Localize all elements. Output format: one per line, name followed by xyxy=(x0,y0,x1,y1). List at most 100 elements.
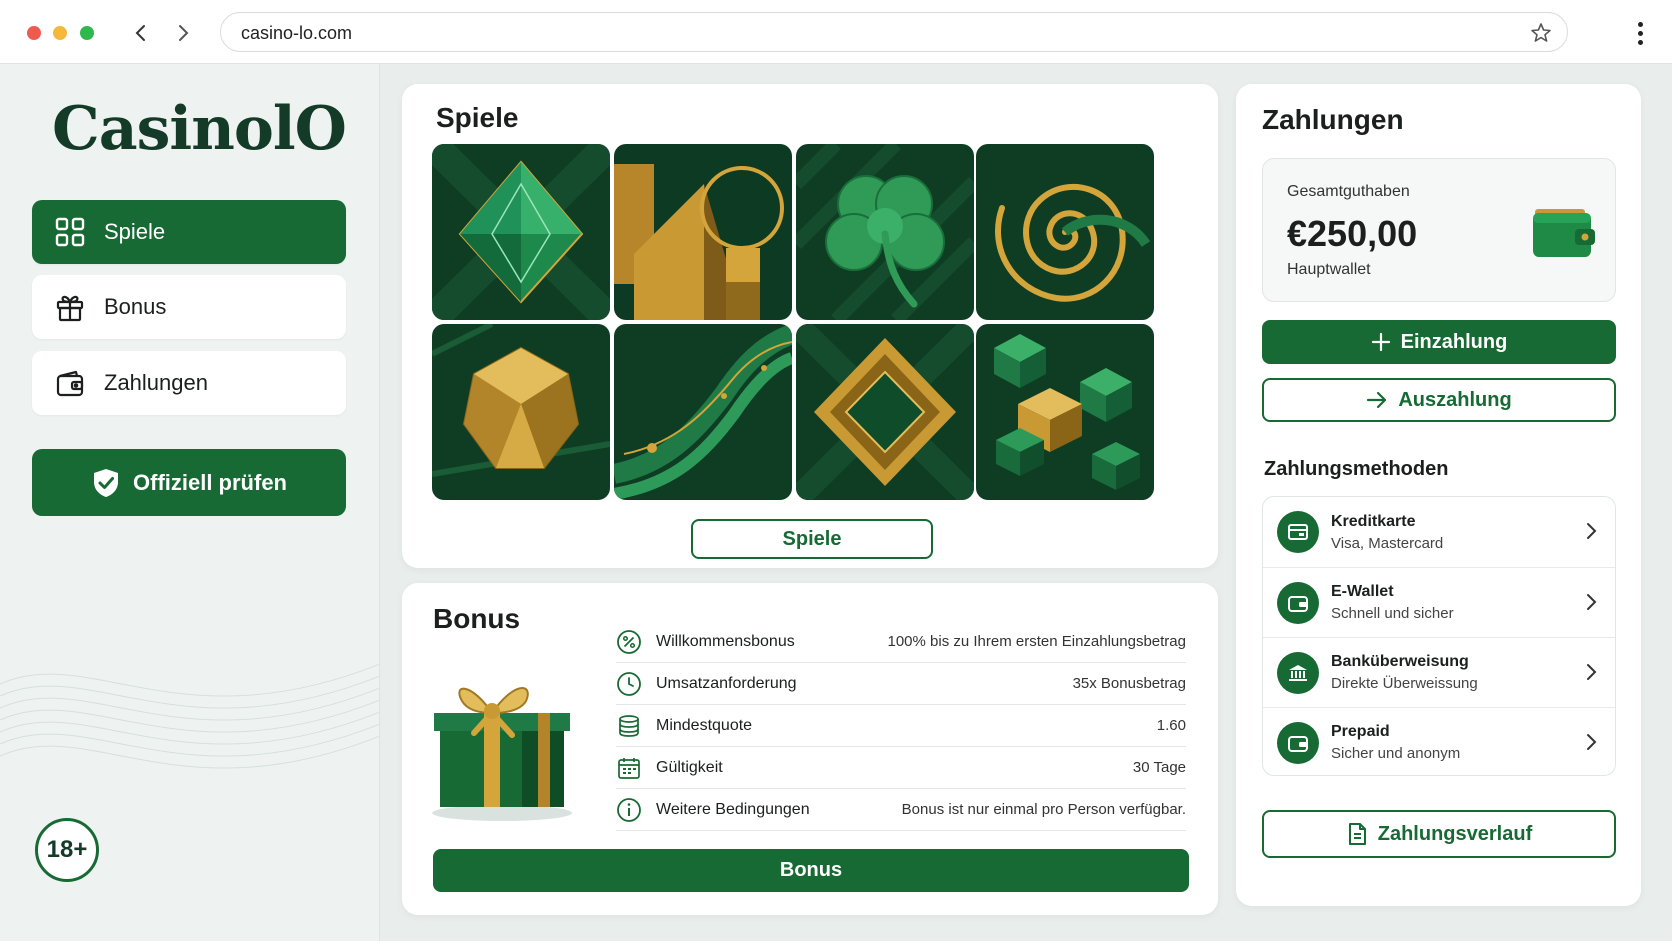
method-desc: Sicher und anonym xyxy=(1331,745,1461,762)
game-tile[interactable] xyxy=(614,324,792,500)
address-bar[interactable]: casino-lo.com xyxy=(220,12,1568,52)
close-window-dot[interactable] xyxy=(27,26,41,40)
card-icon xyxy=(1277,511,1319,553)
bonus-row-welcome: Willkommensbonus 100% bis zu Ihrem erste… xyxy=(616,621,1186,663)
bonus-row-wagering: Umsatzanforderung 35x Bonusbetrag xyxy=(616,663,1186,705)
deposit-label: Einzahlung xyxy=(1400,330,1508,353)
games-title: Spiele xyxy=(436,102,519,133)
bookmark-star-icon[interactable] xyxy=(1529,21,1553,45)
minimize-window-dot[interactable] xyxy=(53,26,67,40)
payment-history-button[interactable]: Zahlungsverlauf xyxy=(1262,810,1616,858)
bonus-row-terms: Weitere Bedingungen Bonus ist nur einmal… xyxy=(616,789,1186,831)
method-bankueberweisung[interactable]: Banküberweisung Direkte Überweissung xyxy=(1263,637,1615,707)
bonus-row-value: 30 Tage xyxy=(1132,759,1186,776)
bonus-row-value: 35x Bonusbetrag xyxy=(1072,675,1186,692)
game-tile[interactable] xyxy=(796,324,974,500)
bonus-row-value: 100% bis zu Ihrem ersten Einzahlungsbetr… xyxy=(887,633,1186,650)
document-icon xyxy=(1348,823,1366,845)
bonus-row-label: Mindestquote xyxy=(656,716,753,734)
game-tile[interactable] xyxy=(976,324,1154,500)
game-tile[interactable] xyxy=(432,324,610,500)
chevron-left-icon xyxy=(135,25,145,41)
withdraw-label: Auszahlung xyxy=(1398,388,1512,411)
bank-icon xyxy=(1277,651,1319,694)
wallet-name: Hauptwallet xyxy=(1287,261,1371,278)
history-label: Zahlungsverlauf xyxy=(1377,822,1533,845)
casino-logo[interactable]: CasinolO xyxy=(52,94,347,164)
method-desc: Direkte Überweissung xyxy=(1331,675,1478,692)
sidebar-item-spiele[interactable]: Spiele xyxy=(32,200,346,264)
maximize-window-dot[interactable] xyxy=(80,26,94,40)
verify-label: Offiziell prüfen xyxy=(133,469,287,495)
grid-icon xyxy=(55,217,85,247)
sidebar-item-label: Bonus xyxy=(104,294,167,319)
bonus-title: Bonus xyxy=(433,603,521,634)
wallet-illustration-icon xyxy=(1533,209,1595,257)
payments-title: Zahlungen xyxy=(1262,104,1404,135)
method-prepaid[interactable]: Prepaid Sicher und anonym xyxy=(1263,707,1615,777)
method-desc: Schnell und sicher xyxy=(1331,605,1454,622)
balance-amount: €250,00 xyxy=(1287,213,1418,254)
sidebar-item-zahlungen[interactable]: Zahlungen xyxy=(32,351,346,415)
method-desc: Visa, Mastercard xyxy=(1331,534,1444,552)
percent-icon xyxy=(617,629,641,654)
gold-diamond-icon xyxy=(796,324,974,500)
sidebar-item-label: Spiele xyxy=(104,219,166,244)
games-button-label: Spiele xyxy=(782,527,842,550)
method-e-wallet[interactable]: E-Wallet Schnell und sicher xyxy=(1263,567,1615,637)
games-card: Spiele Spiele xyxy=(402,84,1218,568)
calendar-icon xyxy=(618,757,640,779)
game-tile[interactable] xyxy=(432,144,610,320)
verify-official-button[interactable]: Offiziell prüfen xyxy=(32,449,346,516)
bonus-row-label: Willkommensbonus xyxy=(656,632,795,650)
chevron-right-icon xyxy=(179,25,189,41)
sidebar-item-bonus[interactable]: Bonus xyxy=(32,275,346,339)
sidebar-item-label: Zahlungen xyxy=(104,370,208,395)
game-tile[interactable] xyxy=(614,144,792,320)
withdraw-button[interactable]: Auszahlung xyxy=(1262,378,1616,422)
method-name: Banküberweisung xyxy=(1331,653,1469,670)
chevron-right-icon xyxy=(1587,734,1597,750)
bonus-button[interactable]: Bonus xyxy=(433,849,1189,892)
gift-box-illustration xyxy=(432,687,572,821)
method-kreditkarte[interactable]: Kreditkarte Visa, Mastercard xyxy=(1263,497,1615,567)
bonus-row-label: Umsatzanforderung xyxy=(656,674,797,692)
clover-icon xyxy=(796,144,974,320)
gold-spiral-icon xyxy=(976,144,1154,320)
forward-button[interactable] xyxy=(168,18,198,48)
deposit-button[interactable]: Einzahlung xyxy=(1262,320,1616,364)
wallet-icon xyxy=(1277,581,1319,624)
bonus-card: Bonus Willkommensbonus 100% bis zu Ihrem… xyxy=(402,583,1218,915)
method-name: E-Wallet xyxy=(1331,583,1394,600)
browser-chrome: casino-lo.com xyxy=(0,0,1672,64)
chevron-right-icon xyxy=(1587,664,1597,680)
shield-check-icon xyxy=(94,468,118,497)
prepaid-icon xyxy=(1277,721,1319,764)
coins-icon xyxy=(619,714,639,737)
bonus-row-label: Weitere Bedingungen xyxy=(656,800,810,818)
bonus-row-validity: Gültigkeit 30 Tage xyxy=(616,747,1186,789)
info-icon xyxy=(617,797,641,822)
payment-methods-list: Kreditkarte Visa, Mastercard E-Wallet Schn… xyxy=(1262,496,1616,776)
payments-card: Zahlungen Gesamtguthaben €250,00 Hauptwa… xyxy=(1236,84,1641,906)
games-button[interactable]: Spiele xyxy=(691,519,933,559)
method-name: Kreditkarte xyxy=(1331,512,1416,530)
wallet-icon xyxy=(56,370,84,397)
game-tile[interactable] xyxy=(976,144,1154,320)
game-tile[interactable] xyxy=(796,144,974,320)
gift-icon xyxy=(56,295,84,322)
cubes-icon xyxy=(976,324,1154,500)
clock-icon xyxy=(617,671,641,696)
url-text: casino-lo.com xyxy=(241,23,353,43)
back-button[interactable] xyxy=(126,18,156,48)
gold-geometry-icon xyxy=(614,144,792,320)
gold-polyhedron-icon xyxy=(432,324,610,500)
balance-label: Gesamtguthaben xyxy=(1287,183,1410,200)
balance-panel: Gesamtguthaben €250,00 Hauptwallet xyxy=(1262,158,1616,302)
plus-icon xyxy=(1371,332,1390,352)
chevron-right-icon xyxy=(1587,594,1597,610)
browser-menu-button[interactable] xyxy=(1628,18,1652,48)
emerald-gem-icon xyxy=(432,144,610,320)
bonus-row-min-odds: Mindestquote 1.60 xyxy=(616,705,1186,747)
bonus-row-value: Bonus ist nur einmal pro Person verfügba… xyxy=(901,801,1186,818)
